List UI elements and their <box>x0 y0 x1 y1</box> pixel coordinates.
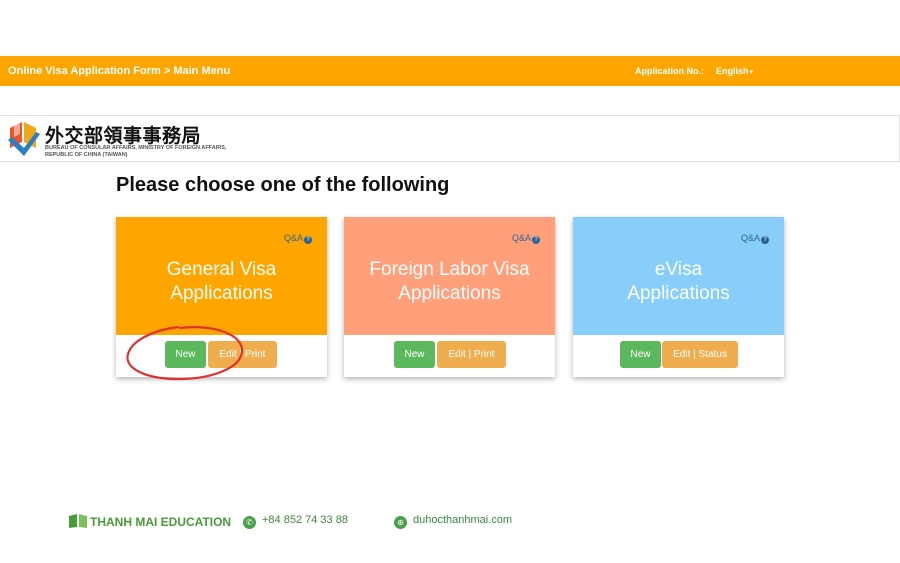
page-heading: Please choose one of the following <box>116 174 450 196</box>
agency-emblem-icon <box>8 122 40 156</box>
qa-link[interactable]: Q&A? <box>512 233 540 244</box>
qa-link[interactable]: Q&A? <box>284 233 312 244</box>
card-title: Foreign Labor Visa Applications <box>369 259 530 304</box>
footer-brand: THANH MAI EDUCATION <box>68 513 231 529</box>
footer-website[interactable]: ⊕ duhocthanhmai.com <box>394 514 512 529</box>
new-button[interactable]: New <box>620 341 661 368</box>
agency-logo-banner: 外交部領事事務局 BUREAU OF CONSULAR AFFAIRS, MIN… <box>0 115 900 162</box>
card-evisa: Q&A? eVisa Applications New Edit | Statu… <box>573 217 784 377</box>
language-dropdown[interactable]: English▾ <box>716 66 753 76</box>
card-foreign-labor-visa: Q&A? Foreign Labor Visa Applications New… <box>344 217 555 377</box>
phone-icon: ✆ <box>243 516 256 529</box>
new-button[interactable]: New <box>394 341 435 368</box>
new-button[interactable]: New <box>165 341 206 368</box>
card-general-visa: Q&A? General Visa Applications New Edit … <box>116 217 327 377</box>
edit-print-button[interactable]: Edit | Print <box>437 341 506 368</box>
card-title: eVisa Applications <box>627 259 730 304</box>
top-nav-bar: Online Visa Application Form > Main Menu… <box>0 56 900 86</box>
language-label: English <box>716 66 749 76</box>
card-face: Q&A? eVisa Applications <box>573 217 784 335</box>
question-icon: ? <box>761 236 769 244</box>
brand-book-icon <box>69 514 87 528</box>
footer-phone: ✆ +84 852 74 33 88 <box>243 514 348 529</box>
footer: THANH MAI EDUCATION ✆ +84 852 74 33 88 ⊕ d… <box>0 505 900 540</box>
card-face: Q&A? General Visa Applications <box>116 217 327 335</box>
question-icon: ? <box>532 236 540 244</box>
globe-icon: ⊕ <box>394 516 407 529</box>
qa-link[interactable]: Q&A? <box>741 233 769 244</box>
breadcrumb: Online Visa Application Form > Main Menu <box>8 65 231 77</box>
agency-name-chinese: 外交部領事事務局 <box>45 125 202 147</box>
agency-name-english: BUREAU OF CONSULAR AFFAIRS, MINISTRY OF … <box>45 145 227 158</box>
caret-down-icon: ▾ <box>749 69 754 76</box>
edit-status-button[interactable]: Edit | Status <box>662 341 738 368</box>
edit-print-button[interactable]: Edit | Print <box>208 341 277 368</box>
card-title: General Visa Applications <box>166 259 277 304</box>
card-face: Q&A? Foreign Labor Visa Applications <box>344 217 555 335</box>
question-icon: ? <box>304 236 312 244</box>
application-no-label: Application No.: <box>635 66 704 76</box>
